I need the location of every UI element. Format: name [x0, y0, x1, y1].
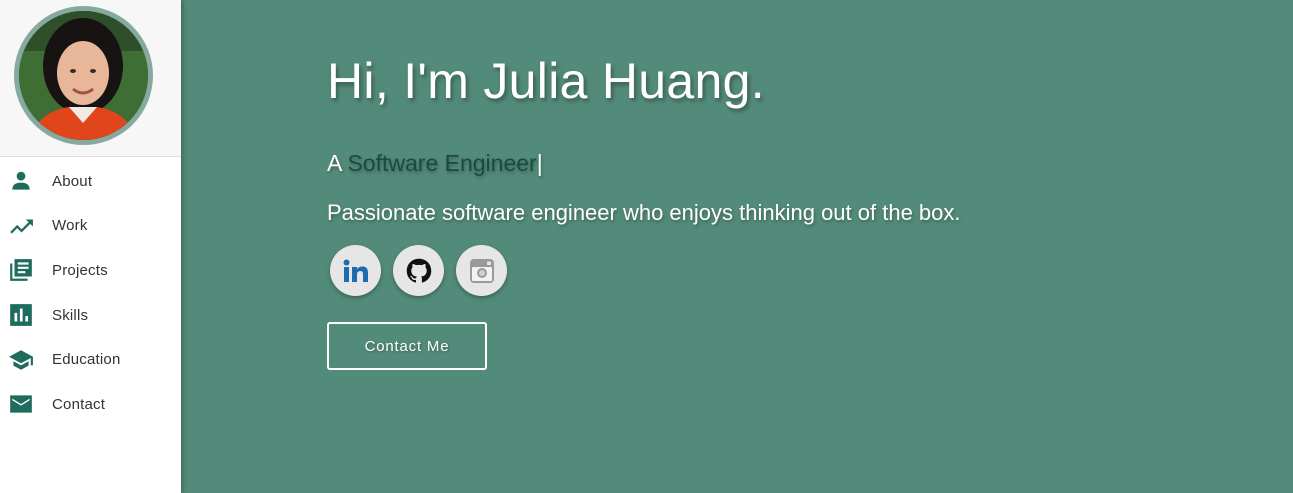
sidebar-item-label: About — [52, 172, 93, 190]
graduation-cap-icon — [8, 347, 34, 373]
sidebar: About Work Projects Skills Education Con… — [0, 0, 181, 493]
sidebar-item-contact[interactable]: Contact — [0, 382, 181, 427]
hero-section: Hi, I'm Julia Huang. A Software Engineer… — [181, 0, 1293, 493]
page: About Work Projects Skills Education Con… — [0, 0, 1293, 493]
contact-me-button[interactable]: Contact Me — [327, 322, 487, 370]
sidebar-nav: About Work Projects Skills Education Con… — [0, 157, 181, 427]
sidebar-item-label: Contact — [52, 395, 106, 413]
mail-icon — [8, 391, 34, 417]
github-icon — [406, 258, 431, 283]
sidebar-item-education[interactable]: Education — [0, 337, 181, 382]
instagram-link[interactable] — [456, 245, 507, 296]
sidebar-item-work[interactable]: Work — [0, 204, 181, 249]
social-links — [330, 245, 507, 296]
linkedin-link[interactable] — [330, 245, 381, 296]
sidebar-item-label: Education — [52, 351, 121, 369]
bar-chart-icon — [8, 302, 34, 328]
instagram-icon — [469, 258, 494, 283]
library-books-icon — [8, 257, 34, 283]
hero-title: Hi, I'm Julia Huang. — [327, 53, 765, 109]
trending-up-icon — [8, 213, 34, 239]
sidebar-item-label: Skills — [52, 306, 89, 324]
linkedin-icon — [343, 259, 368, 282]
sidebar-item-projects[interactable]: Projects — [0, 248, 181, 293]
sidebar-item-skills[interactable]: Skills — [0, 293, 181, 338]
person-icon — [8, 168, 34, 194]
sidebar-header — [0, 0, 181, 157]
github-link[interactable] — [393, 245, 444, 296]
sidebar-item-label: Projects — [52, 261, 108, 279]
typing-cursor: | — [536, 150, 543, 176]
sidebar-item-about[interactable]: About — [0, 159, 181, 204]
avatar — [14, 6, 153, 145]
hero-tagline: Passionate software engineer who enjoys … — [327, 200, 961, 225]
sidebar-item-label: Work — [52, 217, 88, 235]
role-text: Software Engineer — [347, 150, 537, 176]
hero-subtitle: A Software Engineer| — [327, 150, 543, 177]
subtitle-prefix: A — [327, 150, 348, 176]
